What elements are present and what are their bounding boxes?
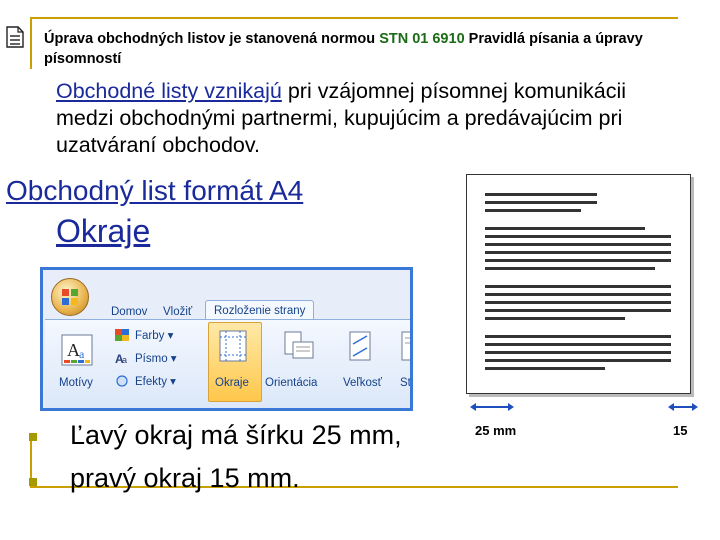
preview-line [485,301,671,304]
preview-line [485,193,597,196]
preview-line [485,243,671,246]
orientation-label[interactable]: Orientácia [265,377,317,389]
slide-title: Úprava obchodných listov je stanovená no… [44,29,684,69]
tab-rozlozenie-strany[interactable]: Rozloženie strany [205,300,315,321]
svg-text:a: a [79,347,85,361]
top-rule [30,17,678,19]
orientation-icon[interactable] [283,330,315,362]
bullet-marker [29,478,37,486]
document-icon [6,26,24,48]
preview-line [485,235,671,238]
margins-heading[interactable]: Okraje [56,213,150,250]
preview-line [485,227,645,230]
right-margin-arrow-icon [668,403,698,411]
preview-line [485,201,597,204]
bullet-text-right-margin: pravý okraj 15 mm. [70,463,300,493]
tab-vlozit[interactable]: Vložiť [155,304,200,320]
effects-icon[interactable] [115,375,129,387]
preview-line [485,309,671,312]
size-label[interactable]: Veľkosť [343,377,382,389]
left-margin-label: 25 mm [475,423,517,438]
word-ribbon: Domov Vložiť Rozloženie strany A a Motív… [40,267,413,411]
preview-line [485,343,671,346]
svg-text:a: a [122,355,127,364]
intro-paragraph: Obchodné listy vznikajú pri vzájomnej pí… [56,78,666,159]
left-rule [30,17,32,69]
bullet-text-left-margin: Ľavý okraj má šírku 25 mm, [70,420,402,450]
preview-line [485,251,671,254]
preview-line [485,293,671,296]
effects-label[interactable]: Efekty ▾ [135,374,176,388]
columns-icon[interactable] [401,330,410,362]
bullet-marker [29,433,37,441]
colors-label[interactable]: Farby ▾ [135,328,173,342]
left-margin-arrow-icon [470,403,514,411]
tab-domov[interactable]: Domov [103,304,155,320]
norm-reference: STN 01 6910 [379,31,465,47]
preview-line [485,285,671,288]
preview-line [485,259,671,262]
themes-label[interactable]: Motívy [59,377,93,389]
page-preview [466,174,691,394]
preview-line [485,335,671,338]
preview-line [485,317,625,320]
fonts-icon[interactable]: A a [115,352,129,364]
columns-label[interactable]: Stĺ [400,377,410,389]
margins-label[interactable]: Okraje [215,377,249,389]
themes-icon[interactable]: A a [61,334,93,366]
intro-lead-link[interactable]: Obchodné listy vznikajú [56,79,282,103]
format-heading[interactable]: Obchodný list formát A4 [6,175,303,207]
right-margin-label: 15 [673,423,688,438]
fonts-label[interactable]: Písmo ▾ [135,351,177,365]
preview-line [485,351,671,354]
preview-line [485,359,671,362]
preview-line [485,367,605,370]
preview-line [485,267,655,270]
margins-icon[interactable] [217,330,249,362]
ribbon-tabbar: Domov Vložiť Rozloženie strany [43,300,410,321]
ribbon-panel: A a Motívy Farby ▾ A a Písmo ▾ Efekty ▾ [45,319,410,408]
title-part1: Úprava obchodných listov je stanovená no… [44,31,380,47]
preview-line [485,209,581,212]
size-icon[interactable] [345,330,377,362]
colors-icon[interactable] [115,329,129,341]
